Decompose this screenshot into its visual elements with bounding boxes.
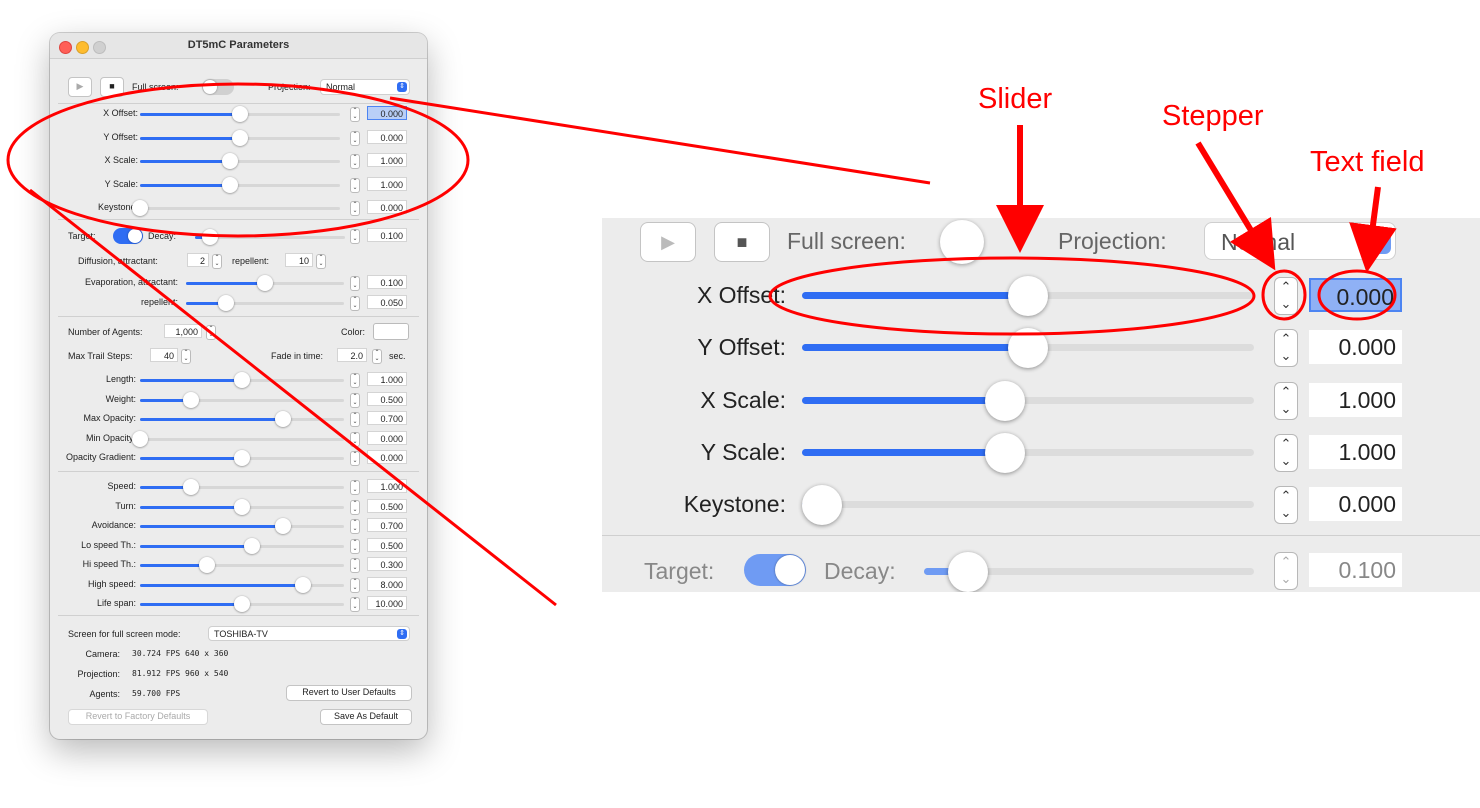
annotation-ellipse-slider: [768, 256, 1256, 336]
stepper-annotation-label: Stepper: [1162, 100, 1264, 132]
annotation-connector-bottom: [29, 188, 557, 607]
stepper-arrow: [1195, 141, 1276, 271]
page: { "window": {"title": "DT5mC Parameters"…: [0, 0, 1480, 808]
slider-annotation-label: Slider: [978, 83, 1053, 115]
annotation-connector-top: [389, 96, 931, 185]
text-field-arrow: [1349, 186, 1397, 273]
annotation-ellipse-text-field: [1317, 269, 1397, 321]
annotation-ellipse-source: [6, 82, 470, 238]
annotation-ellipse-stepper: [1261, 269, 1307, 321]
text-field-annotation-label: Text field: [1310, 146, 1425, 178]
